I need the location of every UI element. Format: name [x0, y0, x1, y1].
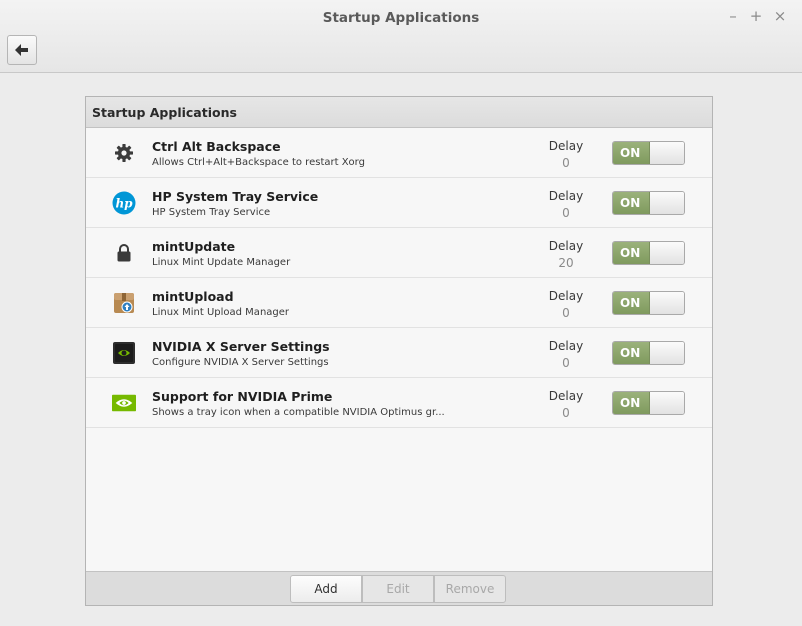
toggle-knob [650, 142, 684, 164]
list-item[interactable]: mintUpdate Linux Mint Update Manager Del… [86, 228, 712, 278]
list-item[interactable]: hp HP System Tray Service HP System Tray… [86, 178, 712, 228]
list-item[interactable]: Ctrl Alt Backspace Allows Ctrl+Alt+Backs… [86, 128, 712, 178]
hp-logo-icon: hp [112, 191, 136, 215]
delay-label: Delay [548, 139, 584, 153]
list-item[interactable]: Support for NVIDIA Prime Shows a tray ic… [86, 378, 712, 428]
svg-text:hp: hp [115, 197, 133, 211]
delay-value: 0 [562, 356, 570, 370]
enable-toggle[interactable]: ON [612, 291, 685, 315]
app-name: NVIDIA X Server Settings [152, 339, 330, 354]
minimize-button[interactable]: – [725, 8, 741, 24]
app-description: Configure NVIDIA X Server Settings [152, 357, 329, 368]
list-item[interactable]: NVIDIA X Server Settings Configure NVIDI… [86, 328, 712, 378]
app-name: Support for NVIDIA Prime [152, 389, 333, 404]
delay-value: 0 [562, 206, 570, 220]
startup-applications-panel: Startup Applications Ctrl Alt Backspace … [85, 96, 713, 606]
remove-button[interactable]: Remove [434, 575, 506, 603]
list-item[interactable]: mintUpload Linux Mint Upload Manager Del… [86, 278, 712, 328]
window-title: Startup Applications [322, 10, 480, 26]
toggle-on-label: ON [613, 192, 650, 214]
toggle-knob [650, 242, 684, 264]
delay-value: 0 [562, 156, 570, 170]
toggle-knob [650, 192, 684, 214]
delay-label: Delay [548, 339, 584, 353]
app-name: mintUpdate [152, 239, 236, 254]
panel-header: Startup Applications [86, 97, 712, 128]
toggle-knob [650, 342, 684, 364]
app-name: HP System Tray Service [152, 189, 319, 204]
delay-value: 20 [558, 256, 574, 270]
toggle-on-label: ON [613, 142, 650, 164]
app-description: Allows Ctrl+Alt+Backspace to restart Xor… [152, 157, 365, 168]
nvidia-logo-icon [112, 391, 136, 415]
enable-toggle[interactable]: ON [612, 391, 685, 415]
toggle-on-label: ON [613, 292, 650, 314]
gear-icon [112, 141, 136, 165]
delay-label: Delay [548, 239, 584, 253]
toggle-on-label: ON [613, 242, 650, 264]
toggle-on-label: ON [613, 392, 650, 414]
maximize-button[interactable]: + [748, 8, 764, 24]
enable-toggle[interactable]: ON [612, 141, 685, 165]
nvidia-settings-icon [112, 341, 136, 365]
delay-value: 0 [562, 406, 570, 420]
toggle-on-label: ON [613, 342, 650, 364]
app-description: HP System Tray Service [152, 207, 271, 218]
app-description: Linux Mint Update Manager [152, 257, 291, 268]
delay-label: Delay [548, 389, 584, 403]
applications-list: Ctrl Alt Backspace Allows Ctrl+Alt+Backs… [86, 128, 712, 572]
arrow-left-icon [15, 44, 28, 56]
title-bar: Startup Applications – + × [0, 0, 802, 73]
app-description: Shows a tray icon when a compatible NVID… [152, 407, 445, 418]
back-button[interactable] [7, 35, 37, 65]
enable-toggle[interactable]: ON [612, 241, 685, 265]
toggle-knob [650, 292, 684, 314]
add-button[interactable]: Add [290, 575, 362, 603]
app-name: Ctrl Alt Backspace [152, 139, 281, 154]
lock-icon [112, 241, 136, 265]
upload-box-icon [112, 291, 136, 315]
enable-toggle[interactable]: ON [612, 191, 685, 215]
panel-footer: Add Edit Remove [86, 571, 712, 605]
delay-label: Delay [548, 289, 584, 303]
enable-toggle[interactable]: ON [612, 341, 685, 365]
close-button[interactable]: × [772, 8, 788, 24]
app-description: Linux Mint Upload Manager [152, 307, 290, 318]
edit-button[interactable]: Edit [362, 575, 434, 603]
app-name: mintUpload [152, 289, 234, 304]
delay-label: Delay [548, 189, 584, 203]
toggle-knob [650, 392, 684, 414]
delay-value: 0 [562, 306, 570, 320]
